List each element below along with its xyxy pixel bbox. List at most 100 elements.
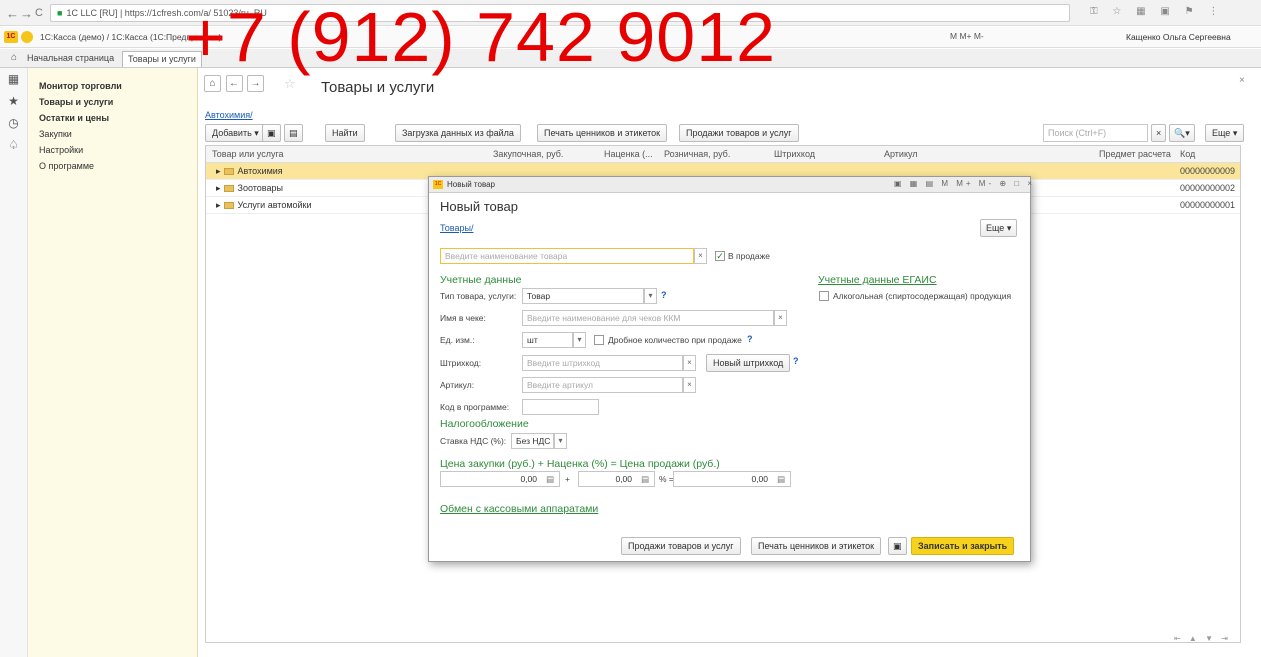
extension-icons[interactable]: ⚿ ☆ ▦ ▣ ⚑ ⋮	[1090, 6, 1224, 17]
help-icon[interactable]: ?	[793, 356, 799, 366]
on-sale-checkbox[interactable]: ✓	[715, 251, 725, 261]
alcohol-label: Алкогольная (спиртосодержащая) продукция	[833, 291, 1012, 301]
home-button[interactable]: ⌂	[204, 75, 221, 92]
find-button[interactable]: Найти	[325, 124, 365, 142]
calculator-icon[interactable]: ▤	[641, 474, 649, 485]
alcohol-checkbox[interactable]	[819, 291, 829, 301]
add-button[interactable]: Добавить ▾	[205, 124, 266, 142]
col-purchase[interactable]: Закупочная, руб.	[493, 149, 563, 159]
history-icon[interactable]: ◷	[0, 112, 27, 134]
more-button[interactable]: Еще ▾	[1205, 124, 1245, 142]
sections-panel: Монитор торговли Товары и услуги Остатки…	[28, 68, 198, 657]
col-name[interactable]: Товар или услуга	[212, 149, 284, 159]
grid-menu-icon[interactable]: ▦	[0, 68, 27, 90]
page-title: Товары и услуги	[321, 79, 435, 96]
col-code[interactable]: Код	[1180, 149, 1195, 159]
back-icon[interactable]: ←	[6, 6, 19, 21]
fractional-checkbox[interactable]	[594, 335, 604, 345]
type-select[interactable]: Товар	[522, 288, 644, 304]
save-icon[interactable]: ▣	[888, 537, 907, 555]
search-icon[interactable]: 🔍▾	[1169, 124, 1195, 142]
scroll-buttons[interactable]: ⇤ ▲ ▼ ⇥	[1174, 634, 1231, 643]
print-labels-button[interactable]: Печать ценников и этикеток	[751, 537, 882, 555]
program-code-label: Код в программе:	[440, 402, 510, 412]
col-barcode[interactable]: Штрихкод	[774, 149, 815, 159]
new-item-dialog: 1C Новый товар ▣ ▦ ▤ M M+ M- ⊕ □ × Новый…	[428, 176, 1032, 562]
unit-label: Ед. изм.:	[440, 335, 475, 345]
user-name[interactable]: Кащенко Ольга Сергеевна	[1126, 32, 1231, 42]
purchase-price-input[interactable]: 0,00	[440, 471, 560, 487]
folder-add-icon[interactable]: ▤	[284, 124, 303, 142]
forward-icon[interactable]: →	[20, 6, 33, 21]
type-label: Тип товара, услуги:	[440, 291, 517, 301]
reload-icon[interactable]: C	[35, 7, 43, 19]
calc-tools[interactable]: M M+ M-	[950, 31, 984, 41]
sales-button[interactable]: Продажи товаров и услуг	[621, 537, 741, 555]
section-about[interactable]: О программе	[28, 158, 197, 174]
receipt-name-input[interactable]: Введите наименование для чеков ККМ	[522, 310, 774, 326]
col-article[interactable]: Артикул	[884, 149, 918, 159]
section-stock[interactable]: Остатки и цены	[28, 110, 197, 126]
main-menu-icon[interactable]	[21, 31, 33, 43]
favorites-icon[interactable]: ★	[0, 90, 27, 112]
favorite-star-icon[interactable]: ☆	[284, 76, 296, 92]
on-sale-label: В продаже	[728, 251, 771, 261]
load-from-file-button[interactable]: Загрузка данных из файла	[395, 124, 521, 142]
folder-icon	[223, 185, 234, 192]
breadcrumb[interactable]: Автохимия/	[205, 110, 253, 120]
calculator-icon[interactable]: ▤	[777, 474, 785, 485]
chevron-down-icon[interactable]: ▾	[573, 332, 586, 348]
dialog-titlebar: 1C Новый товар ▣ ▦ ▤ M M+ M- ⊕ □ ×	[429, 177, 1032, 193]
col-subject[interactable]: Предмет расчета	[1099, 149, 1171, 159]
sale-price-input[interactable]: 0,00	[673, 471, 791, 487]
forward-button[interactable]: →	[247, 75, 265, 92]
lock-icon: ■	[57, 8, 63, 18]
unit-select[interactable]: шт	[522, 332, 573, 348]
search-clear-icon[interactable]: ×	[1151, 124, 1167, 142]
save-close-button[interactable]: Записать и закрыть	[911, 537, 1015, 555]
egais-header[interactable]: Учетные данные ЕГАИС	[818, 274, 937, 286]
app-logo-icon: 1C	[433, 180, 443, 189]
calculator-icon[interactable]: ▤	[546, 474, 554, 485]
col-retail[interactable]: Розничная, руб.	[664, 149, 730, 159]
article-label: Артикул:	[440, 380, 475, 390]
program-code-input[interactable]	[522, 399, 599, 415]
price-header: Цена закупки (руб.) + Наценка (%) = Цена…	[440, 458, 720, 470]
article-input[interactable]: Введите артикул	[522, 377, 683, 393]
dialog-more-button[interactable]: Еще ▾	[980, 219, 1018, 237]
section-settings[interactable]: Настройки	[28, 142, 197, 158]
col-markup[interactable]: Наценка (...	[604, 149, 653, 159]
close-icon[interactable]: ×	[1239, 75, 1245, 86]
app-tools[interactable]: M M+ M-	[950, 31, 984, 41]
dialog-heading: Новый товар	[440, 199, 518, 214]
help-icon[interactable]: ?	[661, 290, 667, 300]
dialog-window-title: Новый товар	[447, 180, 495, 189]
clear-icon[interactable]: ×	[774, 310, 787, 326]
dialog-window-tools[interactable]: ▣ ▦ ▤ M M+ M- ⊕ □ ×	[894, 179, 1035, 188]
print-labels-button[interactable]: Печать ценников и этикеток	[537, 124, 668, 142]
barcode-input[interactable]: Введите штрихкод	[522, 355, 683, 371]
vat-select[interactable]: Без НДС	[511, 433, 554, 449]
back-button[interactable]: ←	[225, 75, 243, 92]
list-toolbar: Добавить ▾ ▣ ▤ Найти Загрузка данных из …	[205, 124, 1255, 142]
clear-icon[interactable]: ×	[683, 377, 696, 393]
clear-icon[interactable]: ×	[683, 355, 696, 371]
chevron-down-icon[interactable]: ▾	[644, 288, 657, 304]
exchange-link[interactable]: Обмен с кассовыми аппаратами	[440, 503, 598, 515]
chevron-down-icon[interactable]: ▾	[554, 433, 567, 449]
clear-name-icon[interactable]: ×	[694, 248, 707, 264]
section-purchases[interactable]: Закупки	[28, 126, 197, 142]
notifications-icon[interactable]: ♤	[0, 134, 27, 156]
dialog-breadcrumb[interactable]: Товары/	[440, 223, 473, 233]
help-icon[interactable]: ?	[747, 334, 753, 344]
item-name-input[interactable]: Введите наименование товара	[440, 248, 694, 264]
home-icon[interactable]: ⌂	[11, 52, 17, 63]
search-input[interactable]: Поиск (Ctrl+F)	[1043, 124, 1148, 142]
section-goods[interactable]: Товары и услуги	[28, 94, 197, 110]
section-monitor[interactable]: Монитор торговли	[28, 78, 197, 94]
tab-home[interactable]: Начальная страница	[22, 51, 119, 67]
copy-icon[interactable]: ▣	[262, 124, 281, 142]
accounting-header: Учетные данные	[440, 274, 522, 286]
new-barcode-button[interactable]: Новый штрихкод	[706, 354, 791, 372]
sales-button[interactable]: Продажи товаров и услуг	[679, 124, 799, 142]
